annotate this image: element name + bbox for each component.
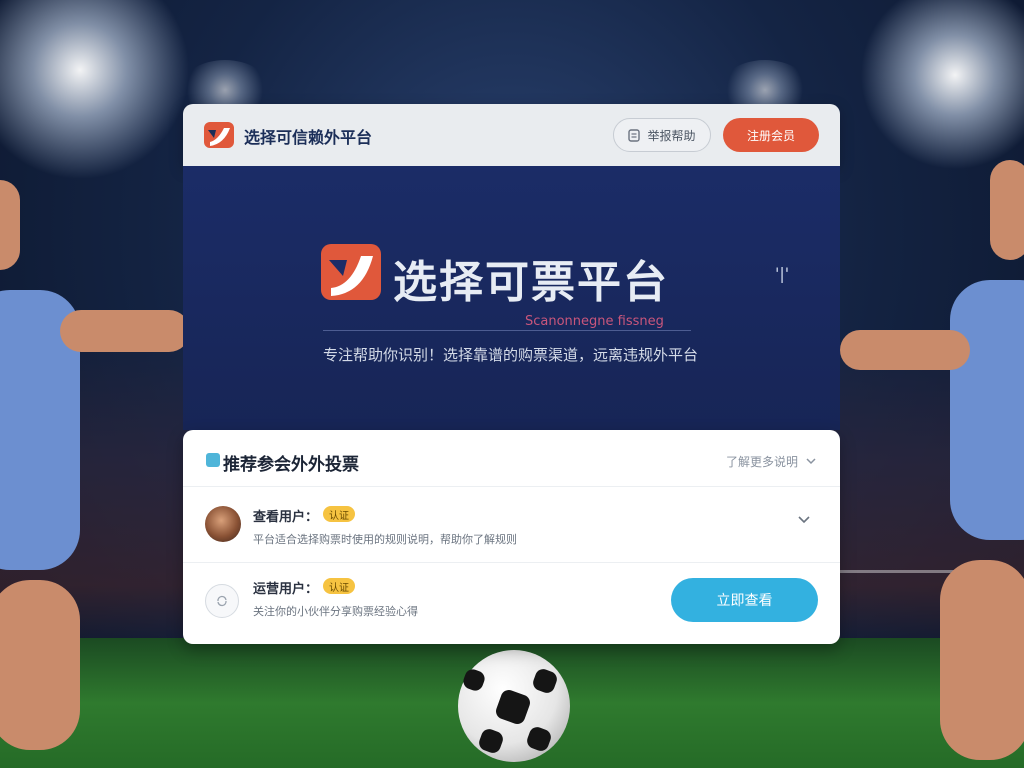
floodlight-right — [860, 0, 1024, 170]
refresh-icon — [205, 584, 239, 618]
chevron-down-icon[interactable] — [798, 516, 810, 524]
top-navigation-bar: 选择可信赖外平台 举报帮助 注册会员 — [183, 104, 840, 166]
floodlight-left — [0, 0, 190, 180]
hero-banner: 选择可票平台 '|' Scanonnegne fissneg 专注帮助你识别！选… — [183, 166, 840, 430]
hero-subtitle-en: Scanonnegne fissneg — [525, 314, 664, 329]
list-item[interactable]: 运营用户： 认证 关注你的小伙伴分享购票经验心得 立即查看 — [183, 562, 840, 634]
row-description: 平台适合选择购票时使用的规则说明，帮助你了解规则 — [253, 533, 517, 546]
chevron-down-icon — [806, 458, 816, 465]
more-info-link[interactable]: 了解更多说明 — [726, 453, 816, 470]
hero-description: 专注帮助你识别！选择靠谱的购票渠道，远离违规外平台 — [323, 346, 699, 364]
brand-title[interactable]: 选择可信赖外平台 — [244, 124, 372, 148]
row-name: 运营用户： — [253, 582, 319, 597]
status-badge: 认证 — [323, 578, 355, 594]
register-button[interactable]: 注册会员 — [723, 118, 819, 152]
player-right — [840, 160, 1024, 768]
hero-title: 选择可票平台 — [393, 257, 669, 308]
register-label: 注册会员 — [746, 128, 795, 143]
row-description: 关注你的小伙伴分享购票经验心得 — [253, 605, 418, 618]
player-left — [0, 180, 190, 768]
hero-corner-mark: '|' — [775, 264, 790, 283]
document-icon — [628, 128, 641, 142]
brand-logo-icon[interactable] — [204, 122, 234, 148]
card-title: 推荐参会外外投票 — [223, 455, 359, 475]
view-now-button[interactable]: 立即查看 — [671, 578, 818, 622]
status-badge: 认证 — [323, 506, 355, 522]
report-help-button[interactable]: 举报帮助 — [613, 118, 711, 152]
row-name: 查看用户： — [253, 510, 319, 525]
more-info-label: 了解更多说明 — [725, 455, 798, 469]
list-item[interactable]: 查看用户： 认证 平台适合选择购票时使用的规则说明，帮助你了解规则 — [183, 490, 840, 563]
hero-logo-icon — [321, 244, 381, 300]
report-help-label: 举报帮助 — [647, 128, 696, 143]
card-title-icon — [206, 453, 220, 467]
card-header: 推荐参会外外投票 了解更多说明 — [183, 430, 840, 487]
soccer-ball — [458, 650, 570, 762]
hero-divider — [323, 330, 691, 331]
view-now-label: 立即查看 — [716, 593, 773, 609]
recommendation-card: 推荐参会外外投票 了解更多说明 查看用户： 认证 平台适合选择购票时使用的规则说… — [183, 430, 840, 644]
avatar — [205, 506, 241, 542]
